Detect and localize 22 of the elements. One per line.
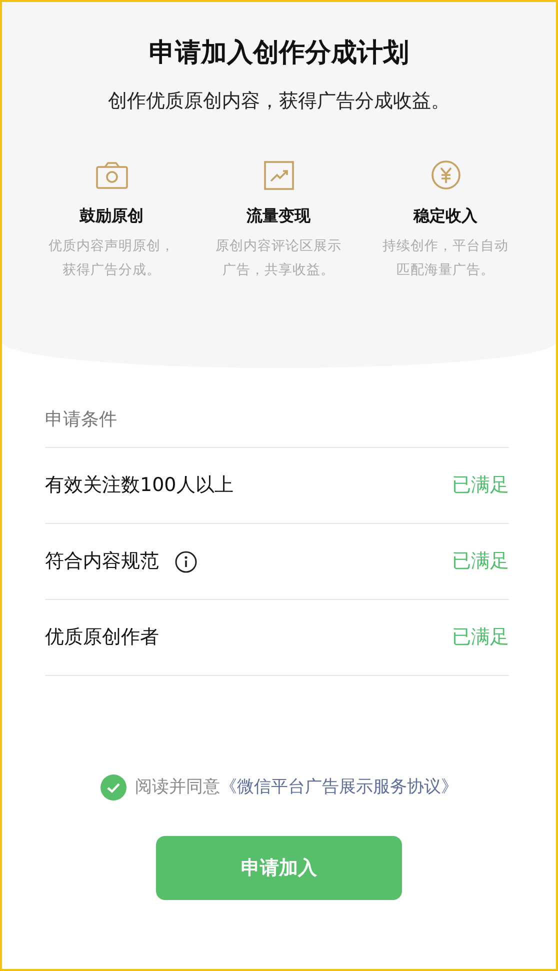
page-subtitle: 创作优质原创内容，获得广告分成收益。 [107,89,451,114]
feature-description: 持续创作，平台自动匹配海量广告。 [382,236,510,280]
page-title: 申请加入创作分成计划 [148,37,410,70]
condition-label: 符合内容规范 [45,549,159,574]
yen-icon [428,160,462,190]
condition-status: 已满足 [452,549,509,574]
camera-icon [94,160,128,190]
feature-title: 流量变现 [246,204,310,226]
agree-checkbox[interactable] [100,774,127,801]
feature-description: 优质内容声明原创，获得广告分成。 [48,236,176,280]
info-icon[interactable] [175,550,197,572]
feature-title: 鼓励原创 [80,204,144,226]
feature-description: 原创内容评论区展示广告，共享收益。 [214,236,342,280]
agreement-text: 阅读并同意 [135,776,220,797]
chart-icon [262,160,296,190]
agreement-link[interactable]: 《微信平台广告展示服务协议》 [220,776,458,797]
condition-status: 已满足 [452,473,509,498]
condition-label: 有效关注数100人以上 [45,473,234,498]
condition-label: 优质原创作者 [45,625,159,650]
section-heading: 申请条件 [45,406,509,448]
feature-title: 稳定收入 [414,204,478,226]
condition-status: 已满足 [452,625,509,650]
